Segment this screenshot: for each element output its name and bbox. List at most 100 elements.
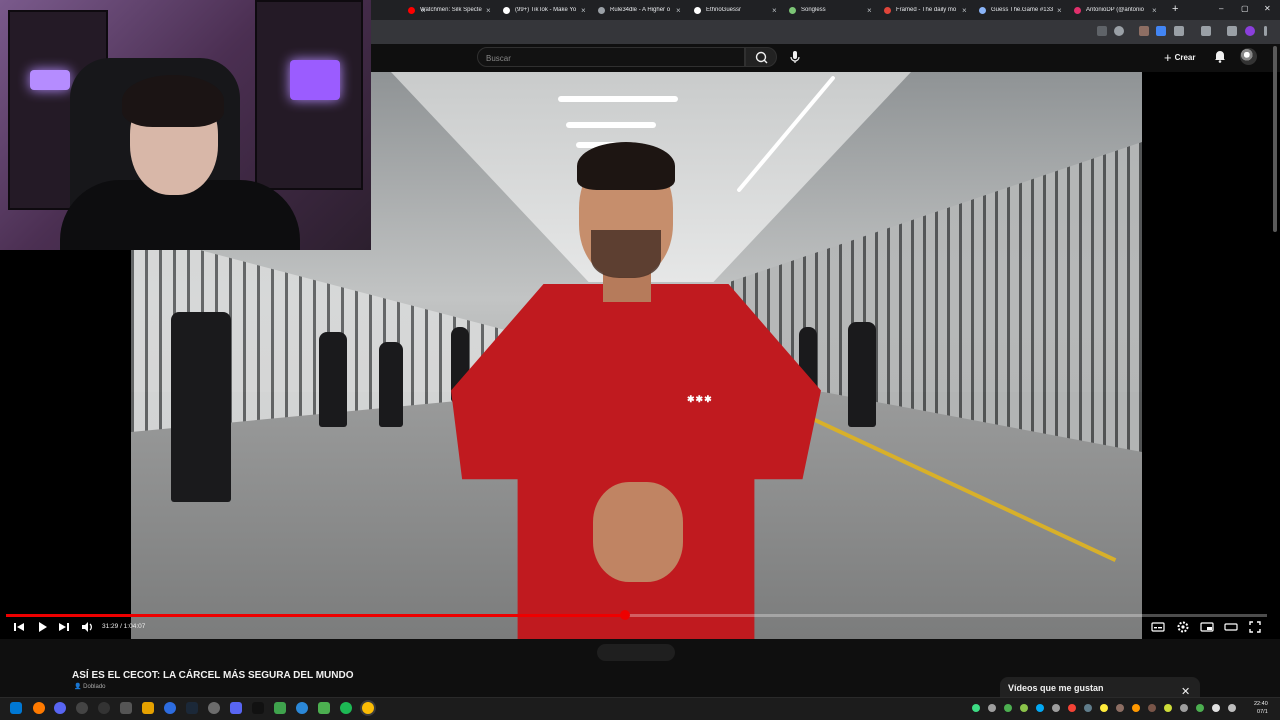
start-menu-icon[interactable] [10,702,22,714]
tray-icon[interactable] [1036,704,1044,712]
battery-icon[interactable] [1228,704,1236,712]
cast-icon[interactable] [1097,26,1107,36]
streamer-hair [122,75,224,127]
browser-tab[interactable]: AntonioDP (@antonio × [1074,2,1157,18]
tab-close-icon[interactable]: × [1152,6,1157,15]
pin-icon[interactable] [1201,26,1211,36]
tray-icon[interactable] [972,704,980,712]
tray-icon[interactable] [988,704,996,712]
avatar[interactable] [1240,48,1257,65]
tray-icon[interactable] [1068,704,1076,712]
spotify-icon[interactable] [340,702,352,714]
tab-close-icon[interactable]: × [486,6,491,15]
tray-icon[interactable] [1132,704,1140,712]
close-window-button[interactable]: ✕ [1264,4,1271,13]
notifications-button[interactable] [1212,48,1228,64]
tab-label: Framed - The daily mo [896,7,957,13]
miniplayer-icon[interactable] [1200,620,1214,634]
tab-close-icon[interactable]: × [676,6,681,15]
tray-icon[interactable] [1148,704,1156,712]
voice-search-button[interactable] [786,48,804,66]
app-icon[interactable] [142,702,154,714]
wifi-icon[interactable] [1196,704,1204,712]
search-icon[interactable] [33,702,45,714]
tray-icon[interactable] [1164,704,1172,712]
neon-light [290,60,340,100]
tray-icon[interactable] [1052,704,1060,712]
theater-mode-icon[interactable] [1224,620,1238,634]
tab-close-icon[interactable]: × [1057,6,1062,15]
browser-tab[interactable]: Framed - The daily mo × [884,2,967,18]
bookmark-star-icon[interactable] [1114,26,1124,36]
browser-tab[interactable]: Watchmen: Silk Specte × [408,2,491,18]
guard-figure [848,322,876,427]
fullscreen-icon[interactable] [1248,620,1262,634]
app-icon[interactable] [318,702,330,714]
progress-bar[interactable] [6,610,1267,620]
next-icon[interactable] [57,620,71,634]
play-icon[interactable] [35,620,49,634]
tab-label: EthnoGuessr [706,7,742,13]
playback-controls-pill[interactable] [597,644,675,661]
clock-date: 07/1 [1257,709,1268,715]
search-input[interactable] [478,49,744,68]
tray-icon[interactable] [1084,704,1092,712]
app-icon[interactable] [120,702,132,714]
previous-icon[interactable] [12,620,26,634]
tray-icon[interactable] [1180,704,1188,712]
time-display: 31:29 / 1:04:07 [102,623,146,630]
tab-close-icon[interactable]: × [581,6,586,15]
tab-favicon-icon [694,6,701,14]
presenter-beard [591,230,661,278]
subtitles-icon[interactable] [1151,620,1165,634]
tab-label: AntonioDP (@antonio [1086,7,1145,13]
dub-label: Doblado [83,684,106,690]
tab-label: Guess The.Game #133 [991,7,1053,13]
tab-close-icon[interactable]: × [962,6,967,15]
tab-favicon-icon [1074,6,1081,14]
extensions-puzzle-icon[interactable] [1174,26,1184,36]
volume-icon[interactable] [80,620,94,634]
app-icon[interactable] [208,702,220,714]
tab-close-icon[interactable]: × [867,6,872,15]
tray-icon[interactable] [1020,704,1028,712]
shirt-logo: ✱✱✱ [687,394,713,404]
discord-icon[interactable] [230,702,242,714]
system-clock[interactable]: 22:40 07/1 [1254,700,1268,716]
browser-tab[interactable]: Songless × [789,2,872,18]
settings-gear-icon[interactable] [1176,620,1190,634]
search-button[interactable] [745,47,777,67]
app-icon[interactable] [98,702,110,714]
maximize-button[interactable]: ▢ [1241,4,1249,13]
browser-tab[interactable]: EthnoGuessr × [694,2,777,18]
dub-icon: 👤 [74,684,82,690]
profile-avatar[interactable] [1245,26,1255,36]
app-icon[interactable] [274,702,286,714]
tray-icon[interactable] [1004,704,1012,712]
guard-figure [379,342,403,427]
sidebar-icon[interactable] [1227,26,1237,36]
steam-icon[interactable] [186,702,198,714]
minimize-button[interactable]: – [1219,4,1223,13]
volume-tray-icon[interactable] [1212,704,1220,712]
browser-menu-icon[interactable] [1264,26,1267,36]
browser-tab[interactable]: Rule34dle - A Higher o × [598,2,681,18]
guard-figure [171,312,231,502]
create-button[interactable]: + Crear [1164,49,1196,65]
new-tab-button[interactable]: + [1172,3,1178,15]
extension-icon[interactable] [1156,26,1166,36]
tray-icon[interactable] [1116,704,1124,712]
tray-icon[interactable] [1100,704,1108,712]
page-scrollbar[interactable] [1273,46,1277,232]
app-icon[interactable] [164,702,176,714]
extension-icon[interactable] [1139,26,1149,36]
chrome-icon[interactable] [362,702,374,714]
tab-close-icon[interactable]: × [772,6,777,15]
browser-tab[interactable]: (99+) TikTok - Make Yo × [503,2,586,18]
app-icon[interactable] [54,702,66,714]
browser-tab[interactable]: Guess The.Game #133 × [979,2,1062,18]
tab-label: Rule34dle - A Higher o [610,7,671,13]
tiktok-icon[interactable] [252,702,264,714]
app-icon[interactable] [296,702,308,714]
app-icon[interactable] [76,702,88,714]
